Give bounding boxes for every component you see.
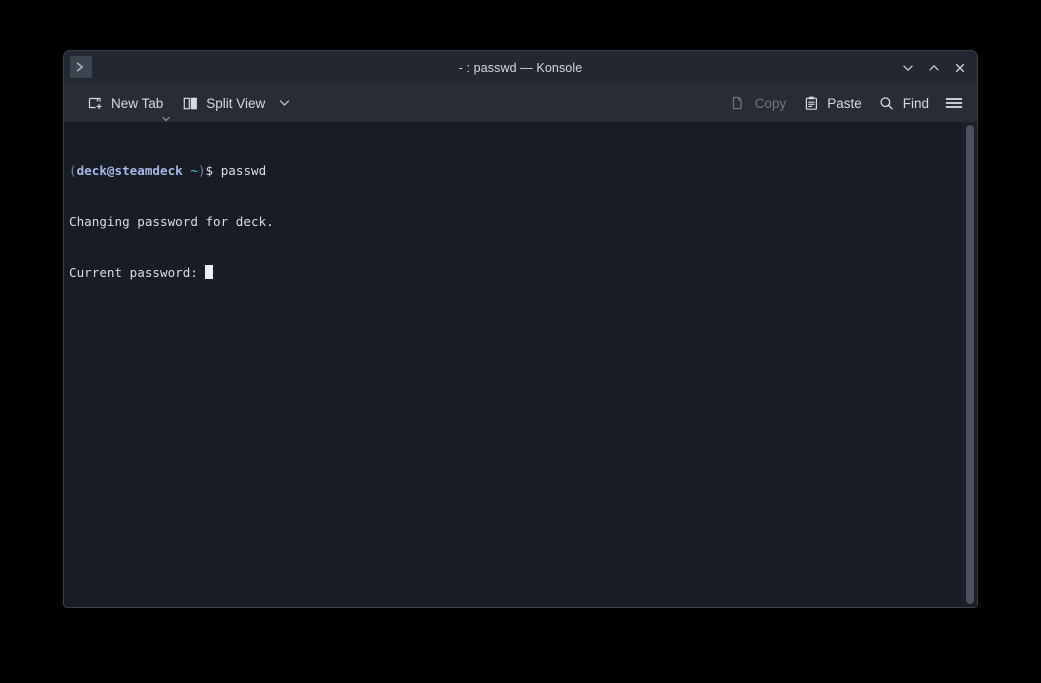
prompt-sigil: $ <box>205 163 214 178</box>
terminal-area[interactable]: (deck@steamdeck ~)$ passwd Changing pass… <box>64 122 977 607</box>
split-view-label: Split View <box>206 95 266 111</box>
prompt-open-paren: ( <box>69 163 77 178</box>
terminal-prompt-line: (deck@steamdeck ~)$ passwd <box>69 162 962 179</box>
text-cursor <box>205 265 214 279</box>
prompt-user-host: deck@steamdeck <box>76 163 183 178</box>
paste-icon <box>802 94 820 112</box>
window-controls <box>895 51 973 84</box>
find-button[interactable]: Find <box>870 88 937 118</box>
konsole-window: - : passwd — Konsole New Tab Split View … <box>64 51 977 607</box>
copy-icon <box>730 94 748 112</box>
scrollbar-thumb[interactable] <box>966 125 974 604</box>
terminal-prompt-icon[interactable] <box>70 56 92 78</box>
prompt-command: passwd <box>213 163 267 178</box>
new-tab-icon <box>86 94 104 112</box>
main-toolbar: New Tab Split View Copy Paste Find <box>64 84 977 122</box>
close-icon[interactable] <box>947 55 973 81</box>
terminal-line-text: Current password: <box>69 265 206 280</box>
terminal-scrollbar[interactable] <box>962 122 977 607</box>
search-icon <box>878 94 896 112</box>
split-view-icon <box>181 94 199 112</box>
terminal-line: Changing password for deck. <box>69 214 274 229</box>
copy-button[interactable]: Copy <box>722 88 795 118</box>
terminal-line-with-cursor: Current password: <box>69 264 962 281</box>
maximize-icon[interactable] <box>921 55 947 81</box>
toolbar-left-group: New Tab Split View <box>78 88 293 122</box>
paste-button[interactable]: Paste <box>794 88 870 118</box>
split-view-dropdown-chevron-down-icon[interactable] <box>275 88 293 118</box>
prompt-path: ~ <box>190 163 198 178</box>
desktop-background: - : passwd — Konsole New Tab Split View … <box>0 0 1041 683</box>
new-tab-button[interactable]: New Tab <box>78 88 171 122</box>
prompt-close-paren: ) <box>197 163 206 178</box>
find-label: Find <box>902 95 929 111</box>
window-title: - : passwd — Konsole <box>458 60 583 75</box>
paste-label: Paste <box>827 95 862 111</box>
minimize-icon[interactable] <box>895 55 921 81</box>
terminal-output[interactable]: (deck@steamdeck ~)$ passwd Changing pass… <box>64 122 962 607</box>
window-titlebar[interactable]: - : passwd — Konsole <box>64 51 977 84</box>
new-tab-dropdown-chevron-down-icon[interactable] <box>162 110 170 122</box>
split-view-button[interactable]: Split View <box>173 88 273 118</box>
copy-label: Copy <box>754 95 787 111</box>
new-tab-label: New Tab <box>111 95 164 111</box>
hamburger-menu-icon[interactable] <box>937 88 971 118</box>
toolbar-right-group: Copy Paste Find <box>722 88 971 118</box>
